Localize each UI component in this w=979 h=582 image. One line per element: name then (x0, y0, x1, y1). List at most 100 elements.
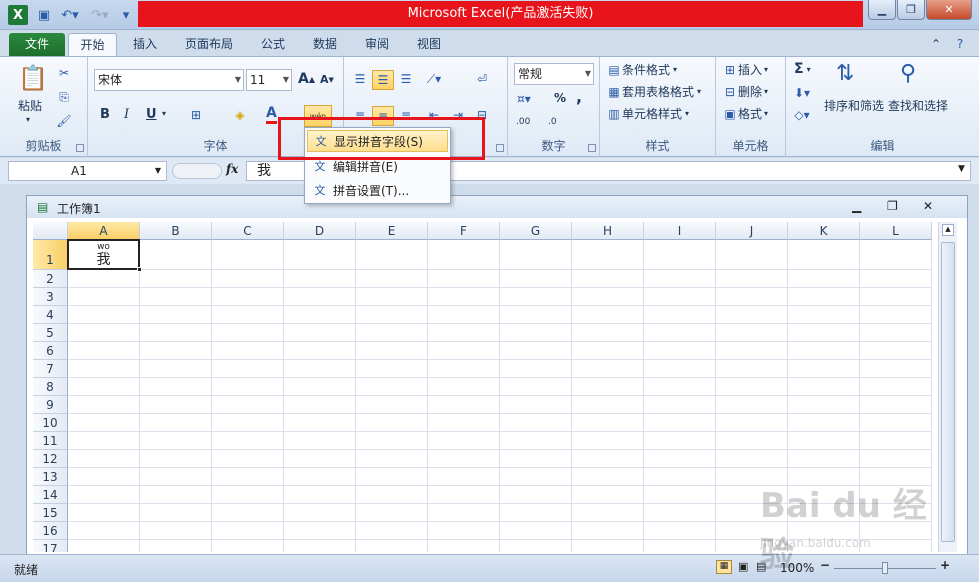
tab-data[interactable]: 数据 (304, 33, 346, 56)
undo-icon[interactable]: ↶▾ (58, 5, 82, 25)
redo-icon[interactable]: ↷▾ (88, 5, 112, 25)
excel-logo-icon[interactable]: X (8, 5, 28, 25)
row-header-16[interactable]: 16 (33, 522, 68, 540)
row-header-15[interactable]: 15 (33, 504, 68, 522)
select-all-corner[interactable] (33, 222, 68, 240)
column-header-l[interactable]: L (860, 222, 932, 240)
wrap-text-icon[interactable]: ⏎ (474, 71, 490, 87)
paste-dropdown-icon[interactable]: ▾ (26, 115, 30, 124)
tab-home[interactable]: 开始 (68, 33, 117, 56)
format-as-table-button[interactable]: ▦ 套用表格格式 ▾ (606, 83, 701, 100)
fill-color-icon[interactable]: ◈ (232, 107, 248, 123)
row-header-5[interactable]: 5 (33, 324, 68, 342)
workbook-minimize-button[interactable]: ▁ (852, 199, 861, 213)
scroll-up-icon[interactable]: ▲ (942, 224, 954, 236)
fill-icon[interactable]: ⬇▾ (794, 85, 810, 101)
format-painter-icon[interactable]: 🖌 (56, 113, 72, 129)
row-header-4[interactable]: 4 (33, 306, 68, 324)
minimize-button[interactable]: ▁ (868, 0, 896, 20)
tab-page-layout[interactable]: 页面布局 (176, 33, 242, 56)
zoom-in-button[interactable]: + (940, 558, 950, 572)
conditional-formatting-button[interactable]: ▤ 条件格式 ▾ (606, 61, 677, 78)
font-name-select[interactable]: 宋体 ▼ (94, 69, 244, 91)
restore-button[interactable]: ❐ (897, 0, 925, 20)
help-icon[interactable]: ? (950, 33, 970, 56)
row-header-17[interactable]: 17 (33, 540, 68, 552)
row-header-2[interactable]: 2 (33, 270, 68, 288)
borders-icon[interactable]: ⊞ (188, 107, 204, 123)
tab-file[interactable]: 文件 (9, 33, 65, 56)
row-header-13[interactable]: 13 (33, 468, 68, 486)
column-header-h[interactable]: H (572, 222, 644, 240)
grow-font-icon[interactable]: A ▲ (298, 71, 315, 87)
underline-dropdown-icon[interactable]: ▾ (162, 109, 166, 118)
font-color-icon[interactable]: A (266, 105, 277, 124)
formula-bar-resize-handle[interactable] (172, 163, 222, 179)
column-header-b[interactable]: B (140, 222, 212, 240)
number-format-select[interactable]: 常规 ▼ (514, 63, 594, 85)
row-header-11[interactable]: 11 (33, 432, 68, 450)
insert-cells-button[interactable]: ⊞ 插入 ▾ (722, 61, 768, 78)
tab-insert[interactable]: 插入 (124, 33, 166, 56)
clipboard-launcher[interactable]: . (76, 144, 84, 152)
percent-button[interactable]: % (554, 91, 566, 105)
paste-button[interactable]: 粘贴 (18, 97, 42, 114)
cell-styles-button[interactable]: ▥ 单元格样式 ▾ (606, 105, 689, 122)
row-header-14[interactable]: 14 (33, 486, 68, 504)
tab-view[interactable]: 视图 (408, 33, 450, 56)
align-bottom-icon[interactable]: ☰ (398, 71, 414, 87)
insert-function-button[interactable]: fx (226, 162, 238, 176)
normal-view-icon[interactable]: ▦ (716, 560, 732, 574)
row-header-9[interactable]: 9 (33, 396, 68, 414)
find-select-button[interactable]: 查找和选择 (888, 97, 948, 114)
font-size-select[interactable]: 11 ▼ (246, 69, 292, 91)
number-launcher[interactable]: . (588, 144, 596, 152)
shrink-font-icon[interactable]: A ▼ (320, 73, 334, 86)
column-header-d[interactable]: D (284, 222, 356, 240)
expand-formula-bar-icon[interactable]: ▼ (958, 164, 965, 174)
column-header-a[interactable]: A (68, 222, 140, 240)
name-box[interactable]: A1 ▼ (8, 161, 167, 181)
decrease-decimal-button[interactable]: .0 (548, 117, 557, 127)
customize-qat-icon[interactable]: ▾ (118, 5, 134, 25)
row-header-7[interactable]: 7 (33, 360, 68, 378)
help-expand-icon[interactable]: ⌃ (926, 33, 946, 56)
column-header-f[interactable]: F (428, 222, 500, 240)
cut-icon[interactable]: ✂ (56, 65, 72, 81)
orientation-icon[interactable]: ⟋▾ (426, 71, 442, 87)
increase-decimal-button[interactable]: .00 (516, 117, 530, 127)
column-header-e[interactable]: E (356, 222, 428, 240)
column-header-j[interactable]: J (716, 222, 788, 240)
sort-filter-button[interactable]: 排序和筛选 (824, 97, 884, 114)
row-header-12[interactable]: 12 (33, 450, 68, 468)
tab-formulas[interactable]: 公式 (252, 33, 294, 56)
row-header-3[interactable]: 3 (33, 288, 68, 306)
workbook-close-button[interactable]: ✕ (923, 199, 933, 213)
column-header-c[interactable]: C (212, 222, 284, 240)
currency-icon[interactable]: ¤▾ (516, 91, 532, 107)
clear-icon[interactable]: ◇▾ (794, 107, 810, 123)
italic-button[interactable]: I (124, 107, 129, 122)
workbook-restore-button[interactable]: ❐ (887, 199, 898, 213)
row-header-10[interactable]: 10 (33, 414, 68, 432)
delete-cells-button[interactable]: ⊟ 删除 ▾ (722, 83, 768, 100)
format-cells-button[interactable]: ▣ 格式 ▾ (722, 105, 768, 122)
row-header-1[interactable]: 1 (33, 240, 68, 270)
row-header-6[interactable]: 6 (33, 342, 68, 360)
align-middle-icon[interactable]: ☰ (372, 70, 394, 90)
zoom-out-button[interactable]: − (820, 558, 830, 572)
alignment-launcher[interactable]: . (496, 144, 504, 152)
align-top-icon[interactable]: ☰ (352, 71, 368, 87)
paste-icon[interactable]: 📋 (18, 61, 48, 95)
sort-filter-icon[interactable]: ⇅ (836, 61, 854, 86)
fill-handle[interactable] (137, 267, 142, 272)
column-header-i[interactable]: I (644, 222, 716, 240)
page-layout-view-icon[interactable]: ▣ (738, 560, 748, 573)
comma-button[interactable]: , (576, 87, 582, 106)
column-header-k[interactable]: K (788, 222, 860, 240)
close-button[interactable]: ✕ (926, 0, 972, 20)
underline-button[interactable]: U (146, 107, 157, 122)
tab-review[interactable]: 审阅 (356, 33, 398, 56)
find-select-icon[interactable]: ⚲ (900, 61, 916, 86)
phonetic-settings-item[interactable]: 文拼音设置(T)... (307, 179, 448, 201)
